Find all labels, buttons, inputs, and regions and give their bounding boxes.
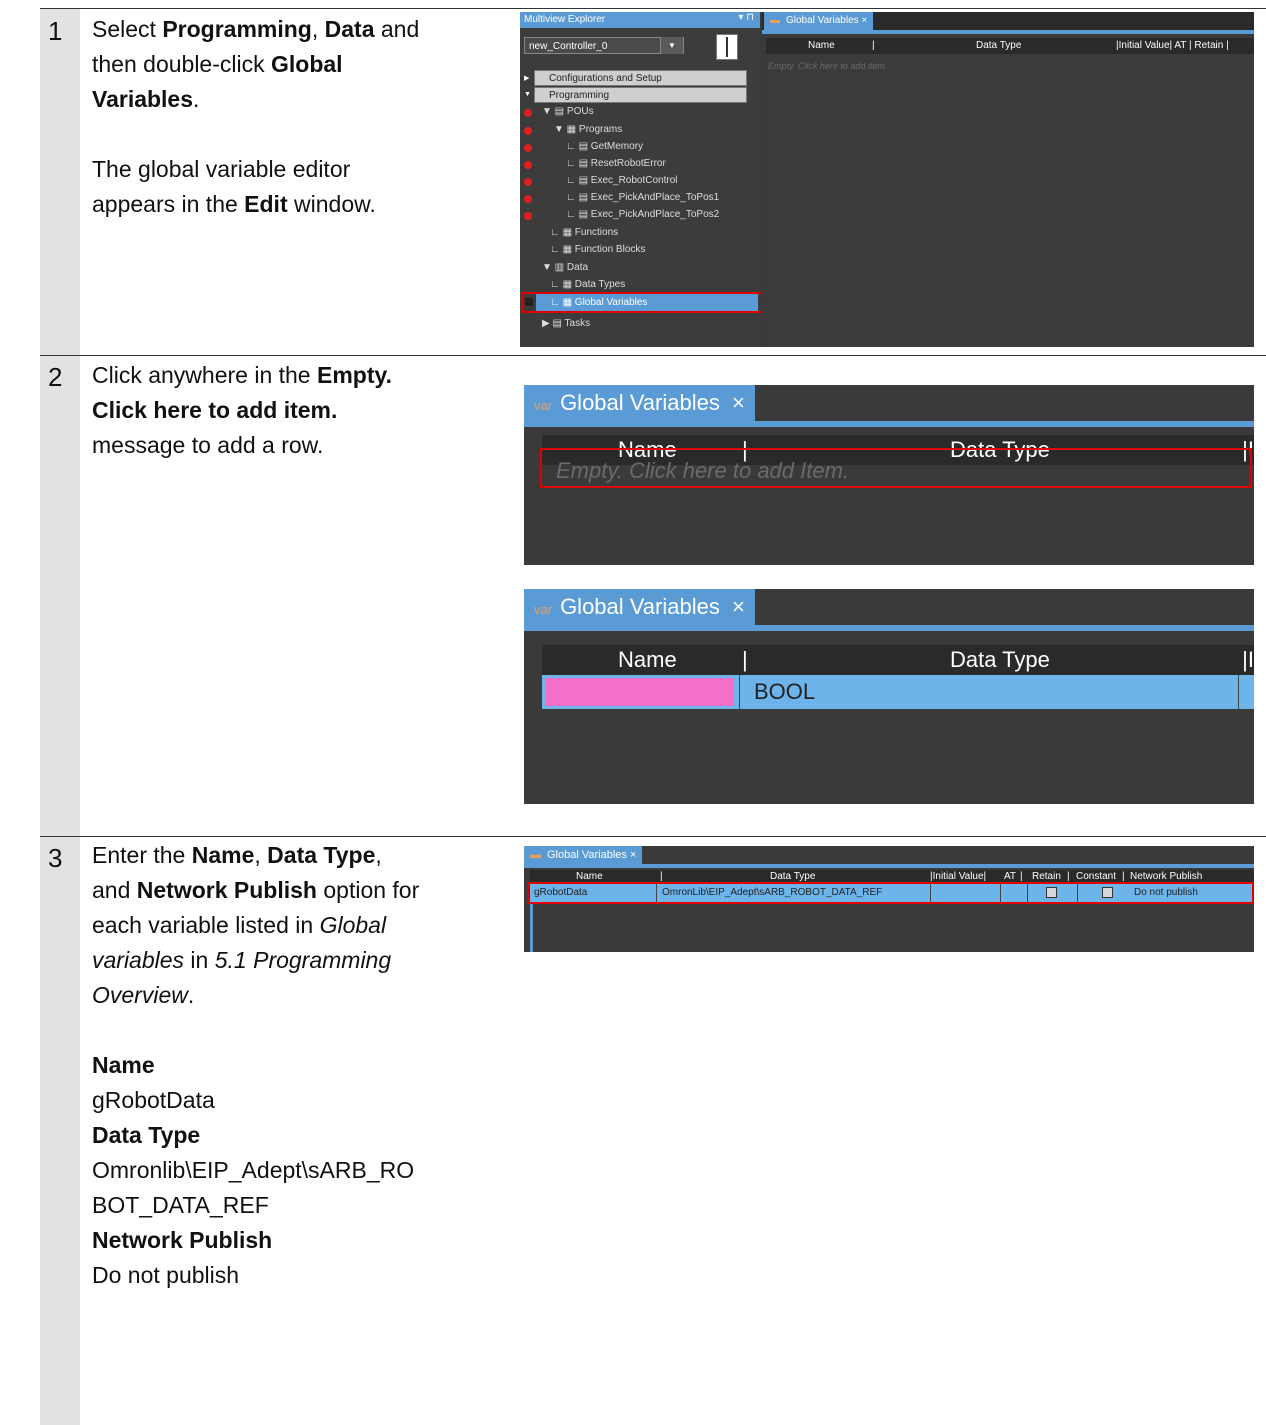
tree-getmemory[interactable]: ∟ ▤ GetMemory bbox=[566, 140, 643, 153]
tab-global-variables[interactable]: ▬ Global Variables × bbox=[764, 12, 874, 30]
error-icon bbox=[524, 109, 532, 117]
cell-divider bbox=[1238, 675, 1239, 709]
screenshot-filled-row: ▬ Global Variables × Name | Data Type |In… bbox=[524, 846, 1254, 952]
triangle-down-icon: ▼ bbox=[524, 91, 531, 98]
edit-pane: ▬ Global Variables × Name | Data Type |In… bbox=[762, 12, 1254, 347]
error-icon bbox=[524, 144, 532, 152]
tree-pous[interactable]: ▼ ▤ POUs bbox=[542, 105, 594, 118]
controller-select[interactable]: new_Controller_0 ▼ bbox=[524, 37, 684, 54]
tree-function-blocks[interactable]: ∟ ▦ Function Blocks bbox=[550, 243, 645, 256]
tree-programs[interactable]: ▼ ▦ Programs bbox=[554, 123, 622, 136]
field-label: Name bbox=[92, 1052, 155, 1078]
tab-underline bbox=[524, 864, 1254, 868]
error-icon bbox=[524, 178, 532, 186]
tree-data-types[interactable]: ∟ ▦ Data Types bbox=[550, 278, 625, 291]
tree-exec-pick-1[interactable]: ∟ ▤ Exec_PickAndPlace_ToPos1 bbox=[566, 191, 719, 204]
error-icon bbox=[524, 161, 532, 169]
explorer-title: Multiview Explorer bbox=[520, 12, 760, 28]
column-header: Name | Data Type |Initial Value| AT | Re… bbox=[766, 38, 1254, 54]
cell-divider bbox=[739, 675, 740, 709]
step-3-instructions: Enter the Name, Data Type, and Network P… bbox=[92, 842, 420, 1288]
step-number: 2 bbox=[48, 362, 63, 392]
step-divider-2 bbox=[40, 836, 1266, 837]
highlight-box bbox=[540, 448, 1252, 488]
triangle-right-icon: ▶ bbox=[524, 75, 530, 82]
column-header: Name | Data Type |I bbox=[542, 645, 1254, 675]
field-value: BOT_DATA_REF bbox=[92, 1192, 269, 1218]
chevron-down-icon[interactable]: ▼ bbox=[660, 37, 683, 54]
data-type-cell[interactable]: BOOL bbox=[754, 675, 815, 709]
var-icon: var bbox=[534, 602, 553, 617]
tree-data[interactable]: ▼ ▥ Data bbox=[542, 261, 588, 274]
pin-icon[interactable]: ▾ ⊓ bbox=[738, 12, 754, 23]
error-icon bbox=[524, 127, 532, 135]
controller-button[interactable] bbox=[716, 34, 738, 60]
field-value: gRobotData bbox=[92, 1087, 215, 1113]
error-icon bbox=[524, 212, 532, 220]
name-cell[interactable] bbox=[546, 678, 734, 706]
group-configurations[interactable]: Configurations and Setup bbox=[534, 70, 747, 86]
multiview-explorer-pane: Multiview Explorer ▾ ⊓ new_Controller_0 ▼… bbox=[520, 12, 775, 347]
left-accent bbox=[530, 904, 533, 952]
tree-tasks[interactable]: ▶ ▤ Tasks bbox=[542, 317, 590, 330]
field-value: Do not publish bbox=[92, 1262, 240, 1288]
step-2-instructions: Click anywhere in the Empty. Click here … bbox=[92, 362, 392, 458]
top-rule bbox=[40, 8, 1266, 9]
tab-underline bbox=[524, 421, 1254, 427]
var-icon: ▬ bbox=[530, 849, 541, 861]
tree-resetroboterror[interactable]: ∟ ▤ ResetRobotError bbox=[566, 157, 666, 170]
tab-global-variables[interactable]: var Global Variables × bbox=[524, 589, 755, 625]
close-icon[interactable]: × bbox=[732, 594, 745, 619]
step-number: 1 bbox=[48, 16, 63, 46]
close-icon[interactable]: × bbox=[732, 390, 745, 415]
step-number: 3 bbox=[48, 843, 63, 873]
step-number-bg bbox=[40, 837, 80, 1425]
var-icon: ▬ bbox=[770, 15, 780, 26]
field-label: Data Type bbox=[92, 1122, 201, 1148]
tree-exec-pick-2[interactable]: ∟ ▤ Exec_PickAndPlace_ToPos2 bbox=[566, 208, 719, 221]
step-1-instructions: Select Programming, Data and then double… bbox=[92, 16, 420, 217]
tab-underline bbox=[762, 30, 1254, 34]
step-number-bg bbox=[40, 9, 80, 355]
field-value: Omronlib\EIP_Adept\sARB_RO bbox=[92, 1157, 415, 1183]
group-programming[interactable]: Programming bbox=[534, 87, 747, 103]
tree-exec-robotcontrol[interactable]: ∟ ▤ Exec_RobotControl bbox=[566, 174, 678, 187]
tab-global-variables[interactable]: ▬ Global Variables × bbox=[524, 846, 643, 864]
field-label: Network Publish bbox=[92, 1227, 273, 1253]
screenshot-explorer: Multiview Explorer ▾ ⊓ new_Controller_0 ▼… bbox=[520, 12, 1254, 347]
step-divider-1 bbox=[40, 355, 1266, 356]
screenshot-empty-editor: var Global Variables × Name | Data Type |… bbox=[524, 385, 1254, 565]
var-icon: var bbox=[534, 398, 553, 413]
tree-functions[interactable]: ∟ ▦ Functions bbox=[550, 226, 618, 239]
highlight-box bbox=[521, 292, 775, 313]
tab-global-variables[interactable]: var Global Variables × bbox=[524, 385, 755, 421]
step-number-bg bbox=[40, 356, 80, 836]
close-icon[interactable]: × bbox=[630, 849, 636, 861]
error-icon bbox=[524, 195, 532, 203]
tab-underline bbox=[524, 625, 1254, 631]
screenshot-new-row: var Global Variables × Name | Data Type |… bbox=[524, 589, 1254, 804]
highlight-box bbox=[527, 882, 1254, 904]
empty-message[interactable]: Empty. Click here to add item. bbox=[768, 61, 887, 71]
